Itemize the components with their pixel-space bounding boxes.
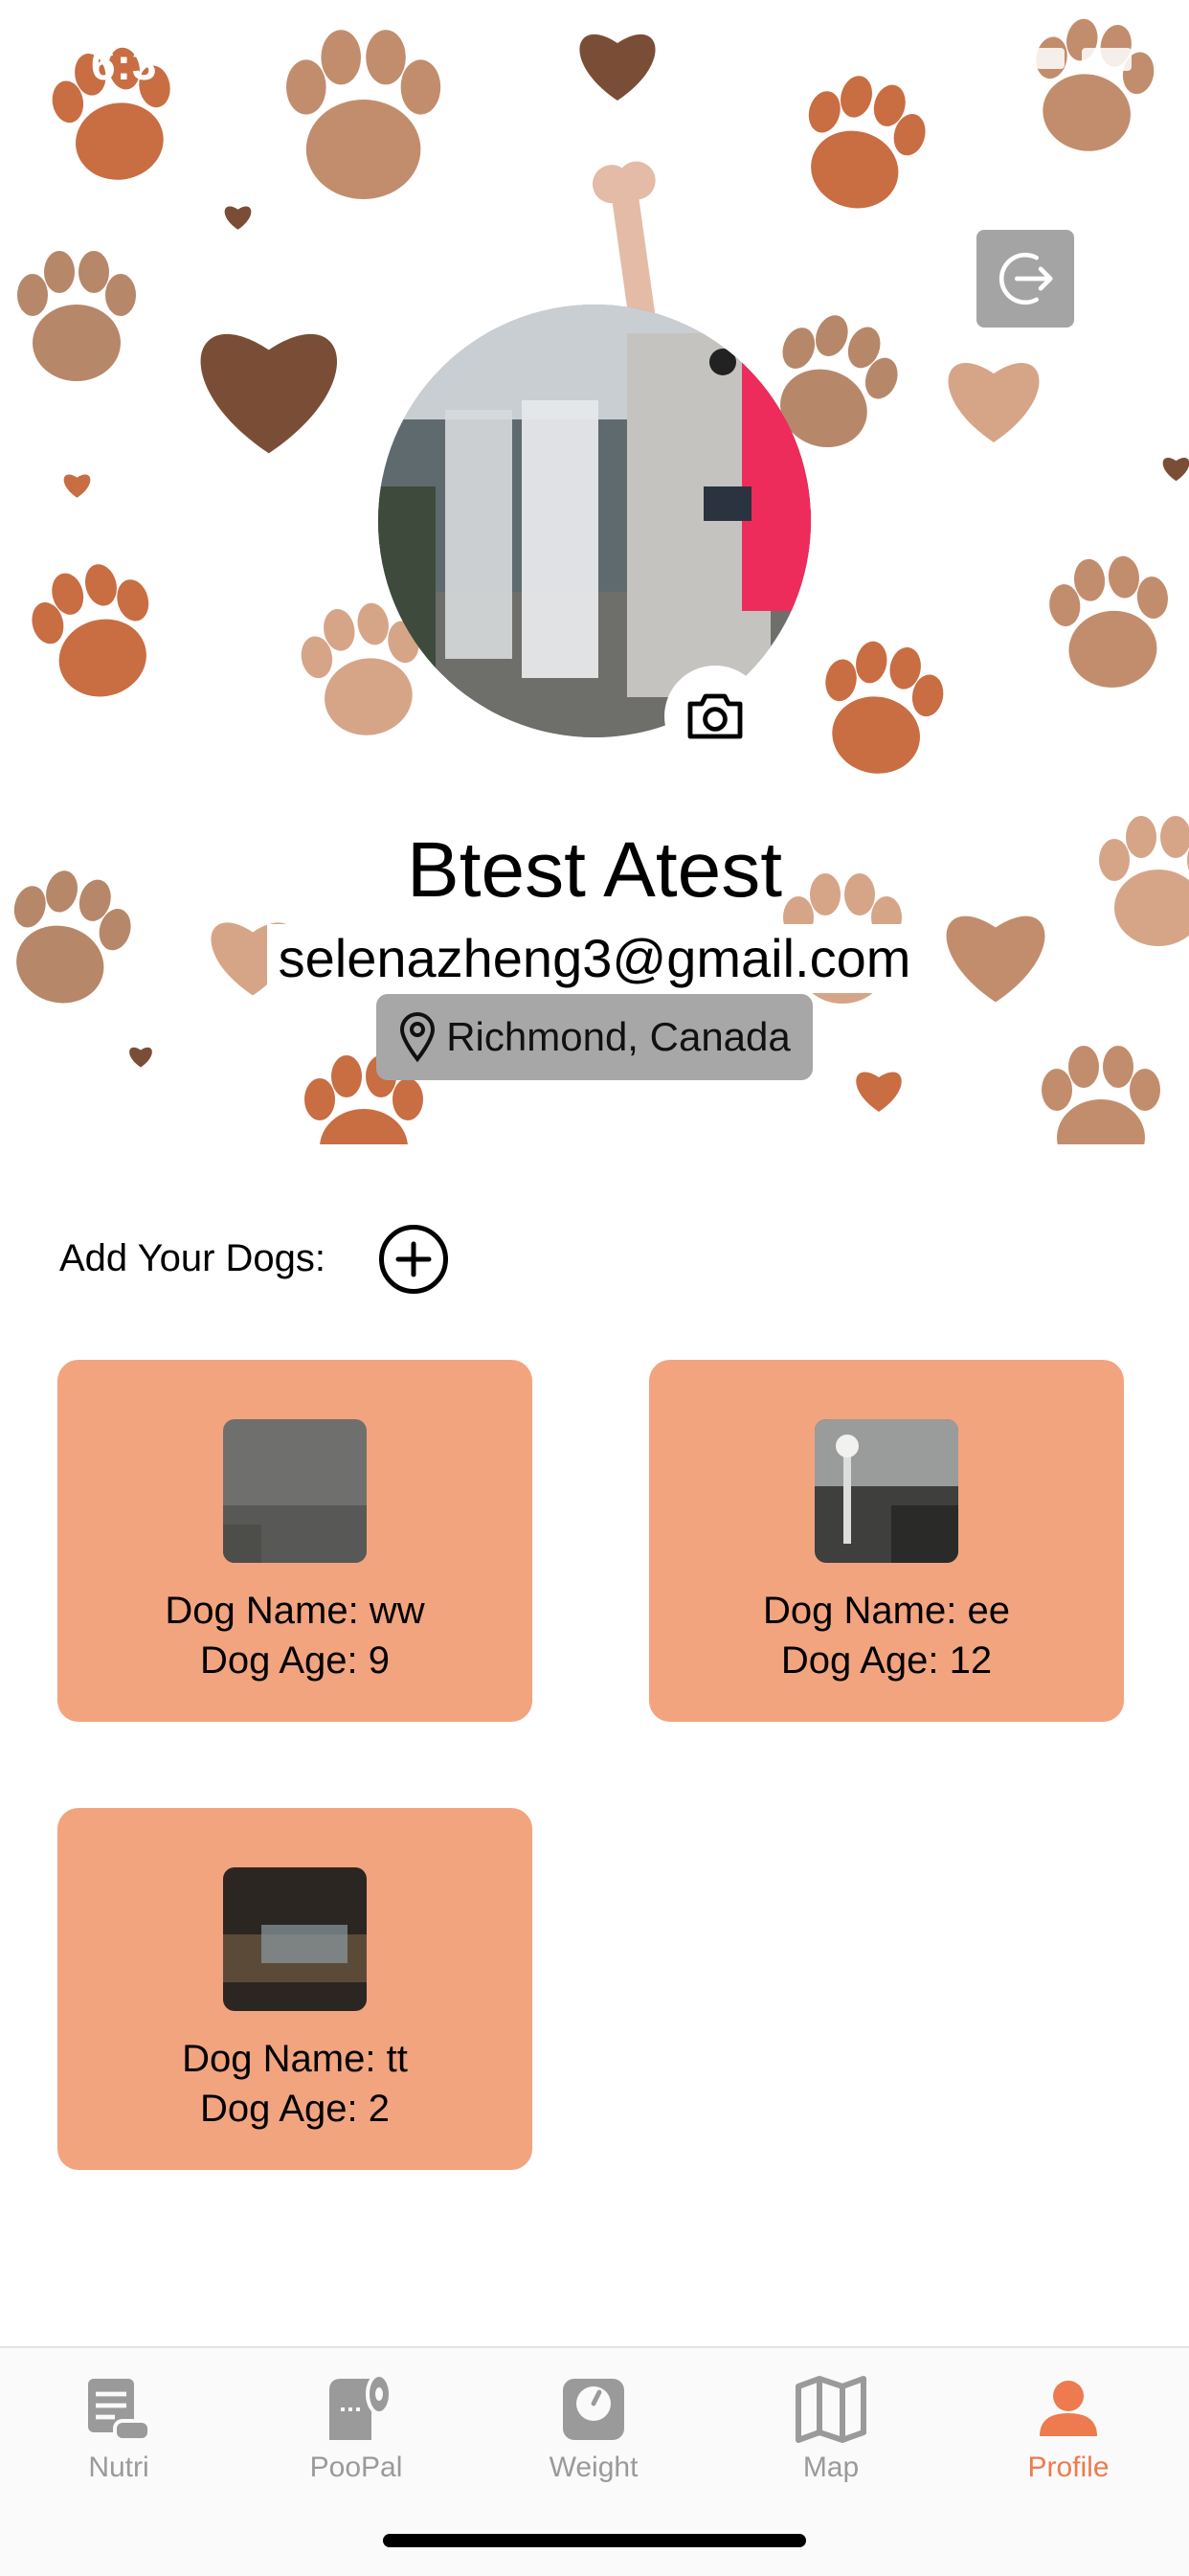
status-bar-time: 6:3 bbox=[91, 39, 158, 89]
tab-label: Profile bbox=[1027, 2452, 1110, 2483]
dog-name: Dog Name: ee bbox=[763, 1590, 1010, 1632]
tab-label: Weight bbox=[549, 2452, 639, 2483]
dog-age: Dog Age: 9 bbox=[200, 1639, 390, 1682]
dog-photo-image bbox=[223, 1419, 367, 1563]
tab-nutri[interactable]: Nutri bbox=[0, 2348, 237, 2492]
dog-card[interactable]: Dog Name: tt Dog Age: 2 bbox=[57, 1808, 532, 2170]
person-icon bbox=[1040, 2381, 1097, 2436]
dog-age: Dog Age: 2 bbox=[200, 2088, 390, 2130]
profile-avatar[interactable] bbox=[378, 305, 811, 737]
wifi-icon bbox=[1036, 48, 1065, 69]
profile-email-container: selenazheng3@gmail.com bbox=[0, 924, 1189, 993]
camera-icon bbox=[687, 693, 743, 739]
poopal-icon bbox=[329, 2373, 393, 2440]
map-icon bbox=[796, 2376, 866, 2443]
dog-photo bbox=[223, 1867, 367, 2011]
logout-button[interactable] bbox=[976, 230, 1074, 328]
add-dogs-label: Add Your Dogs: bbox=[59, 1237, 325, 1279]
dog-name: Dog Name: tt bbox=[182, 2038, 408, 2080]
avatar-photo bbox=[378, 305, 811, 737]
dog-photo-image bbox=[223, 1867, 367, 2011]
add-dog-button[interactable] bbox=[379, 1225, 448, 1294]
dog-card[interactable]: Dog Name: ww Dog Age: 9 bbox=[57, 1360, 532, 1722]
tab-weight[interactable]: Weight bbox=[475, 2348, 712, 2492]
logout-icon bbox=[998, 252, 1053, 305]
dog-photo bbox=[223, 1419, 367, 1563]
tab-label: PooPal bbox=[309, 2452, 403, 2483]
tab-label: Map bbox=[802, 2452, 860, 2483]
profile-name: Btest Atest bbox=[407, 826, 782, 914]
weight-scale-icon bbox=[563, 2379, 624, 2440]
tab-profile[interactable]: Profile bbox=[950, 2348, 1187, 2492]
location-badge: Richmond, Canada bbox=[376, 994, 813, 1080]
profile-email: selenazheng3@gmail.com bbox=[266, 924, 923, 993]
plus-icon bbox=[395, 1241, 432, 1277]
dog-age: Dog Age: 12 bbox=[780, 1639, 993, 1682]
status-bar-icons bbox=[986, 48, 1132, 71]
dog-name: Dog Name: ww bbox=[165, 1590, 425, 1632]
location-pin-icon bbox=[400, 1012, 436, 1063]
tab-map[interactable]: Map bbox=[712, 2348, 950, 2492]
dog-photo-image bbox=[815, 1419, 958, 1563]
nutri-icon bbox=[88, 2379, 151, 2442]
home-indicator bbox=[383, 2534, 806, 2547]
tab-label: Nutri bbox=[88, 2452, 149, 2483]
change-photo-button[interactable] bbox=[664, 666, 766, 767]
signal-icon bbox=[986, 48, 1019, 69]
dog-photo bbox=[815, 1419, 958, 1563]
battery-icon bbox=[1082, 48, 1132, 71]
dog-card[interactable]: Dog Name: ee Dog Age: 12 bbox=[649, 1360, 1124, 1722]
location-text: Richmond, Canada bbox=[446, 1014, 791, 1059]
tab-poopal[interactable]: PooPal bbox=[237, 2348, 475, 2492]
